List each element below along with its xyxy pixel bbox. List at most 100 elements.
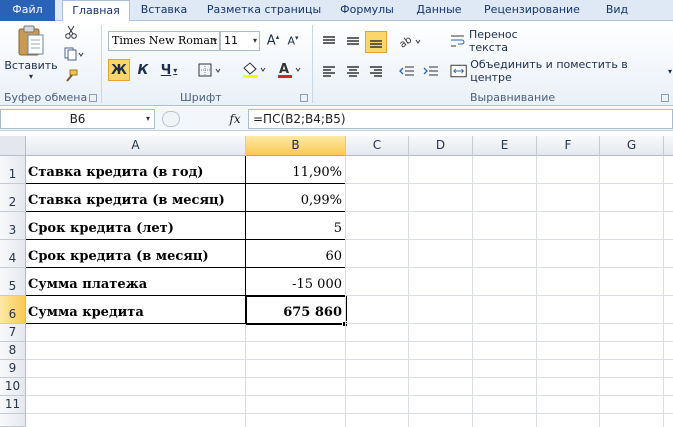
clipboard-dialog-launcher[interactable] — [89, 94, 97, 102]
formula-bar-splitter[interactable] — [162, 111, 180, 127]
column-header-f[interactable]: F — [537, 136, 600, 156]
row-header[interactable]: 6 — [0, 296, 26, 324]
tab-review[interactable]: Рецензирование — [476, 0, 588, 21]
row-header[interactable]: 3 — [0, 212, 26, 240]
copy-button[interactable] — [62, 45, 86, 63]
table-row-value[interactable]: -15 000 — [246, 268, 346, 296]
align-right-button[interactable] — [365, 61, 387, 81]
grow-font-button[interactable]: A▴ — [264, 31, 282, 51]
paste-button[interactable]: Вставить ▾ — [4, 25, 58, 85]
increase-indent-button[interactable] — [420, 61, 442, 81]
borders-icon — [198, 63, 221, 77]
chevron-down-icon: ▾ — [28, 72, 33, 81]
table-row-value[interactable]: 5 — [246, 212, 346, 240]
align-center-button[interactable] — [342, 61, 364, 81]
column-header-c[interactable]: C — [346, 136, 409, 156]
table-row-value[interactable]: 0,99% — [246, 184, 346, 212]
borders-button[interactable] — [196, 59, 226, 81]
row-header[interactable]: 1 — [0, 156, 26, 184]
table-row-label[interactable]: Сумма кредита — [26, 296, 246, 324]
table-row-label[interactable]: Срок кредита (лет) — [26, 212, 246, 240]
align-top-button[interactable] — [318, 31, 340, 51]
name-box[interactable]: B6 — [0, 109, 155, 129]
scissors-icon — [65, 25, 77, 39]
align-middle-icon — [347, 37, 359, 45]
fill-handle[interactable] — [342, 321, 348, 327]
wrap-text-button[interactable]: Перенос текста — [450, 28, 560, 54]
row-header[interactable]: 10 — [0, 378, 26, 396]
align-top-icon — [323, 36, 335, 44]
cut-button[interactable] — [62, 23, 80, 41]
clipboard-group-label: Буфер обмена — [4, 91, 88, 104]
column-header-h[interactable] — [664, 136, 673, 156]
alignment-dialog-launcher[interactable] — [661, 94, 669, 102]
align-bottom-button[interactable] — [365, 31, 387, 53]
table-row-label[interactable]: Сумма платежа — [26, 268, 246, 296]
font-size-select[interactable]: 11 ▾ — [220, 31, 260, 51]
worksheet-grid[interactable]: A B C D E F G 1 2 3 4 5 6 7 8 9 10 11 Ст… — [0, 131, 673, 427]
tab-data[interactable]: Данные — [408, 0, 470, 21]
shrink-font-button[interactable]: A▾ — [284, 31, 302, 51]
row-header[interactable]: 4 — [0, 240, 26, 268]
chevron-down-icon[interactable]: ▾ — [146, 109, 150, 129]
copy-icon — [64, 47, 84, 61]
fill-color-button[interactable] — [240, 59, 270, 81]
grow-font-icon: A▴ — [266, 33, 280, 49]
column-header-a[interactable]: A — [26, 136, 246, 156]
bold-button[interactable]: Ж — [108, 59, 130, 81]
select-all-corner[interactable] — [0, 136, 26, 156]
font-size-value: 11 — [224, 34, 238, 47]
column-header-b[interactable]: B — [246, 136, 346, 156]
group-divider — [101, 25, 102, 103]
table-row-value[interactable]: 11,90% — [246, 156, 346, 184]
alignment-group-label: Выравнивание — [470, 91, 556, 104]
row-header[interactable] — [0, 414, 26, 427]
row-header[interactable]: 11 — [0, 396, 26, 414]
align-center-icon — [347, 66, 359, 77]
decrease-indent-icon — [399, 66, 414, 76]
font-color-icon: A — [278, 62, 301, 78]
column-header-d[interactable]: D — [409, 136, 473, 156]
row-header[interactable]: 7 — [0, 324, 26, 342]
row-header[interactable]: 8 — [0, 342, 26, 360]
row-header[interactable]: 9 — [0, 360, 26, 378]
table-row-label[interactable]: Ставка кредита (в месяц) — [26, 184, 246, 212]
tab-page-layout[interactable]: Разметка страницы — [200, 0, 328, 21]
increase-indent-icon — [423, 66, 438, 76]
font-color-button[interactable]: A — [275, 59, 305, 81]
wrap-text-icon — [450, 35, 465, 47]
column-header-e[interactable]: E — [473, 136, 537, 156]
tab-home[interactable]: Главная — [62, 0, 130, 22]
underline-button[interactable]: Ч ▾ — [156, 59, 182, 81]
tab-formulas[interactable]: Формулы — [333, 0, 401, 21]
align-middle-button[interactable] — [342, 31, 364, 51]
italic-label: К — [137, 62, 149, 78]
ribbon-tab-bar: Файл Главная Вставка Разметка страницы Ф… — [0, 0, 673, 22]
tab-view[interactable]: Вид — [596, 0, 638, 21]
table-row-label[interactable]: Срок кредита (в месяц) — [26, 240, 246, 268]
formula-input[interactable]: =ПС(B2;B4;B5) — [248, 109, 673, 129]
merge-center-button[interactable]: Объединить и поместить в центре ▾ — [450, 58, 672, 84]
row-header[interactable]: 5 — [0, 268, 26, 296]
tab-file[interactable]: Файл — [0, 0, 55, 21]
table-row-value[interactable]: 60 — [246, 240, 346, 268]
tab-insert[interactable]: Вставка — [133, 0, 195, 21]
table-row-label[interactable]: Ставка кредита (в год) — [26, 156, 246, 184]
name-box-value: B6 — [69, 112, 86, 126]
column-header-g[interactable]: G — [600, 136, 664, 156]
italic-button[interactable]: К — [133, 59, 153, 81]
chevron-down-icon: ▾ — [212, 36, 217, 45]
insert-function-button[interactable]: fx — [225, 109, 245, 129]
format-painter-button[interactable] — [62, 67, 80, 85]
orientation-button[interactable]: ab — [396, 31, 426, 51]
active-cell[interactable]: 675 860 — [246, 296, 346, 324]
chevron-down-icon: ▾ — [667, 66, 672, 76]
underline-label: Ч — [160, 62, 172, 78]
font-dialog-launcher[interactable] — [300, 94, 308, 102]
svg-text:ab: ab — [398, 34, 414, 48]
decrease-indent-button[interactable] — [396, 61, 418, 81]
font-name-value: Times New Roman — [112, 34, 217, 47]
font-name-select[interactable]: Times New Roman ▾ — [108, 31, 220, 51]
row-header[interactable]: 2 — [0, 184, 26, 212]
align-left-button[interactable] — [318, 61, 340, 81]
